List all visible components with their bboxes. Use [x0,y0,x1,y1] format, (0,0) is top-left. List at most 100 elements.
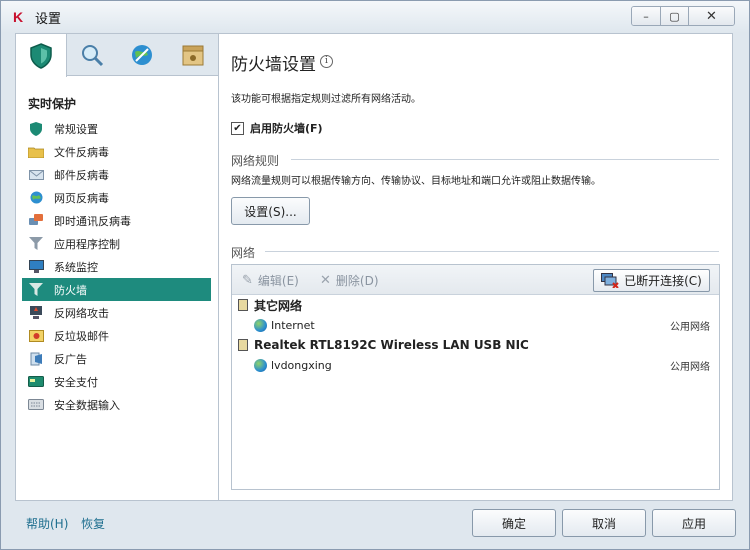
info-icon[interactable]: i [320,55,333,68]
window-controls: – ▢ ✕ [631,6,735,26]
sidebar-item-label: 文件反病毒 [54,145,109,159]
network-heading: 网络 [231,246,256,260]
sidebar-item-label: 网页反病毒 [54,191,109,205]
rules-heading: 网络规则 [231,154,280,168]
app-logo: K [13,9,24,25]
title-bar: K 设置 – ▢ ✕ [1,1,749,33]
apply-button[interactable]: 应用 [652,509,736,537]
page-description: 该功能可根据指定规则过滤所有网络活动。 [231,94,421,105]
chat-icon [28,214,44,228]
network-group-realtek[interactable]: Realtek RTL8192C Wireless LAN USB NIC [232,335,719,355]
delete-label: 删除(D) [335,274,379,288]
shield-icon [28,121,44,136]
network-name: lvdongxing [271,358,332,372]
network-attack-icon [28,306,44,320]
disconnect-label: 已断开连接(C) [624,274,702,288]
sidebar-item-label: 防火墙 [54,283,87,297]
enable-firewall-checkbox[interactable]: ✔ [231,121,244,135]
help-link[interactable]: 帮助(H) [26,515,68,532]
network-toolbar: ✎ 编辑(E) ✕ 删除(D) 已断开连接(C) [232,265,719,295]
edit-button[interactable]: ✎ 编辑(E) [242,272,299,289]
ok-button[interactable]: 确定 [472,509,556,537]
network-adapter-icon [238,339,248,351]
sidebar-item-safe-money[interactable]: 安全支付 [16,370,218,393]
sidebar-item-label: 安全支付 [54,375,98,389]
ad-block-icon [28,352,44,366]
network-adapter-icon [238,299,248,311]
network-group-other[interactable]: 其它网络 [232,295,719,315]
sidebar-item-anti-spam[interactable]: 反垃圾邮件 [16,324,218,347]
folder-icon [28,145,44,159]
sidebar-item-label: 安全数据输入 [54,398,120,412]
disconnect-button[interactable]: 已断开连接(C) [593,269,710,292]
globe-icon [254,358,267,372]
payment-icon [28,375,44,389]
delete-icon: ✕ [320,273,331,288]
mail-icon [28,168,44,182]
sidebar-tabs [16,34,219,77]
tab-update[interactable] [117,34,168,76]
main-panel: 防火墙设置 i 该功能可根据指定规则过滤所有网络活动。 ✔ 启用防火墙(F) 网… [219,33,733,501]
sidebar-item-secure-input[interactable]: 安全数据输入 [16,393,218,416]
disconnect-icon [601,273,619,288]
restore-link[interactable]: 恢复 [81,515,105,532]
sidebar-item-mail-av[interactable]: 邮件反病毒 [16,163,218,186]
spam-icon [28,329,44,343]
sidebar-item-label: 邮件反病毒 [54,168,109,182]
network-row-internet[interactable]: Internet 公用网络 [232,315,719,335]
sidebar-item-file-av[interactable]: 文件反病毒 [16,140,218,163]
sidebar-item-im-av[interactable]: 即时通讯反病毒 [16,209,218,232]
sidebar-item-anti-banner[interactable]: 反广告 [16,347,218,370]
sidebar-item-system-watcher[interactable]: 系统监控 [16,255,218,278]
close-button[interactable]: ✕ [688,7,734,25]
tab-scan[interactable] [67,34,118,76]
rules-settings-button[interactable]: 设置(S)... [231,197,310,225]
delete-button[interactable]: ✕ 删除(D) [320,272,379,289]
rules-description: 网络流量规则可以根据传输方向、传输协议、目标地址和端口允许或阻止数据传输。 [231,176,601,187]
sidebar-item-label: 反网络攻击 [54,306,109,320]
sidebar-item-app-control[interactable]: 应用程序控制 [16,232,218,255]
keyboard-icon [28,398,44,412]
network-group-name: Realtek RTL8192C Wireless LAN USB NIC [254,338,529,352]
edit-label: 编辑(E) [257,274,299,288]
magnifier-icon [81,45,103,67]
minimize-button[interactable]: – [632,7,660,25]
section-title: 实时保护 [28,97,77,111]
sidebar-item-network-attack[interactable]: 反网络攻击 [16,301,218,324]
sidebar-item-web-av[interactable]: 网页反病毒 [16,186,218,209]
globe-icon [254,318,267,332]
sidebar-item-firewall[interactable]: 防火墙 [22,278,211,301]
sidebar-item-label: 系统监控 [54,260,98,274]
box-icon [182,45,204,66]
sidebar: 实时保护 常规设置 文件反病毒 邮件反病毒 网页反病毒 即时通讯反病毒 应用程序… [15,33,219,501]
sidebar-item-label: 反垃圾邮件 [54,329,109,343]
enable-firewall-label: 启用防火墙(F) [250,122,323,135]
cancel-button[interactable]: 取消 [562,509,646,537]
pencil-icon: ✎ [242,273,253,288]
network-divider [265,251,719,252]
maximize-button[interactable]: ▢ [660,7,688,25]
enable-firewall-row[interactable]: ✔ 启用防火墙(F) [231,120,323,136]
sidebar-item-label: 即时通讯反病毒 [54,214,131,228]
network-name: Internet [271,318,315,332]
globe-icon [28,191,44,205]
sidebar-item-label: 常规设置 [54,122,98,136]
network-type: 公用网络 [670,361,710,373]
filter-icon [28,237,44,251]
settings-window: K 设置 – ▢ ✕ 实时保护 常规设置 文件反病毒 邮件反病毒 网页反病毒 即… [0,0,750,550]
sidebar-item-label: 应用程序控制 [54,237,120,251]
rules-divider [291,159,719,160]
window-title: 设置 [35,11,62,27]
monitor-icon [28,260,44,274]
tab-protection[interactable] [16,34,67,77]
firewall-icon [28,283,44,297]
tab-settings[interactable] [168,34,219,76]
sidebar-item-general[interactable]: 常规设置 [16,117,218,140]
network-row-lvdongxing[interactable]: lvdongxing 公用网络 [232,355,719,375]
page-title: 防火墙设置 [231,55,316,75]
sidebar-item-label: 反广告 [54,352,87,366]
shield-icon [30,42,52,69]
network-panel: ✎ 编辑(E) ✕ 删除(D) 已断开连接(C) 其它网络 Internet 公… [231,264,720,490]
network-group-name: 其它网络 [254,298,303,313]
sidebar-nav: 常规设置 文件反病毒 邮件反病毒 网页反病毒 即时通讯反病毒 应用程序控制 系统… [16,117,218,416]
